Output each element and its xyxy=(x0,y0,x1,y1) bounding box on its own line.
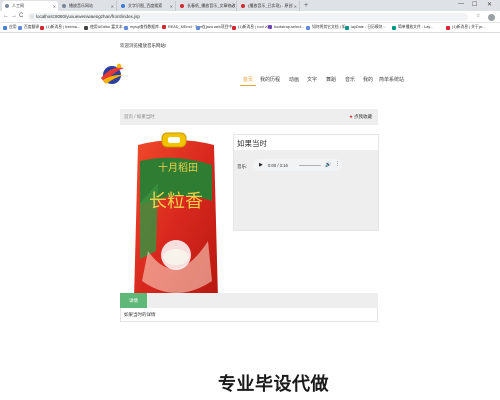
apps-icon xyxy=(3,25,7,30)
reload-icon[interactable]: C xyxy=(19,13,23,19)
welcome-text: 欢迎浏览播放音乐网站! xyxy=(120,43,167,48)
detail-tabs xyxy=(120,293,378,308)
bookmark-item[interactable]: layDate - 日历模块... xyxy=(345,25,386,30)
nav-item-animation[interactable]: 动画 xyxy=(289,76,299,83)
audio-player[interactable]: ▶ 0:00 / 3:16 🔊 ⋮ xyxy=(253,159,342,171)
audio-time: 0:00 / 3:16 xyxy=(268,162,288,168)
browser-tab-title: 文字识图_百度搜索 xyxy=(128,3,163,8)
more-vertical-icon[interactable]: ⋮ xyxy=(335,161,340,167)
browser-tab-title: 人工网 xyxy=(12,3,24,8)
detail-text: 如果当时的详情 xyxy=(124,312,156,317)
close-window-icon[interactable]: ✕ xyxy=(487,1,492,8)
new-tab-button[interactable]: + xyxy=(304,2,308,9)
audio-section: 音乐: ▶ 0:00 / 3:16 🔊 ⋮ xyxy=(234,150,378,230)
bookmark-item[interactable]: (1)新消息 | root v0... xyxy=(232,25,272,30)
breadcrumb-home[interactable]: 首页 xyxy=(124,114,133,119)
browser-tab-bar: 人工网 ✕ 播放音乐网站 ✕ 文字识图_百度搜索 ✕ 长春纸_播放音乐_文章修改… xyxy=(0,0,500,11)
nav-item-system[interactable]: 简单系统站 xyxy=(379,76,404,83)
bookmark-star-icon[interactable]: ☆ xyxy=(476,13,480,19)
tab-details[interactable]: 详情 xyxy=(120,293,147,308)
breadcrumb-separator: / xyxy=(134,114,136,119)
bookmark-item[interactable]: bootstrap-select... xyxy=(268,25,304,29)
bookmark-item[interactable]: 在java web项目中... xyxy=(196,25,235,30)
browser-tab-active[interactable]: 人工网 ✕ xyxy=(2,1,58,11)
globe-icon xyxy=(5,4,9,8)
bookmark-icon xyxy=(196,25,200,30)
browser-tab[interactable]: 长春纸_播放音乐_文章修改 ✕ xyxy=(177,1,237,11)
bookmark-item[interactable]: 简单播放文件 - Lay... xyxy=(392,25,433,30)
watermark-text: 专业毕设代做 xyxy=(218,374,329,394)
site-logo[interactable] xyxy=(97,59,127,89)
nav-item-home[interactable]: 首页 xyxy=(243,76,253,83)
avatar[interactable] xyxy=(488,13,495,21)
close-tab-icon[interactable]: ✕ xyxy=(294,4,297,9)
play-icon[interactable]: ▶ xyxy=(259,162,263,168)
bookmark-icon xyxy=(232,25,236,30)
info-icon[interactable]: ⓘ xyxy=(30,13,34,21)
bookmark-icon xyxy=(40,25,44,30)
bookmark-icon xyxy=(124,25,128,30)
bookmark-icon xyxy=(162,25,166,29)
browser-tab[interactable]: (播放音乐_已实现) - 原创 ✕ xyxy=(238,1,300,11)
bookmark-item[interactable]: 使用UEditor 富文本... xyxy=(84,25,126,30)
bookmark-item[interactable]: (1)新消息 | freema... xyxy=(40,25,80,30)
nav-item-mine[interactable]: 我的 xyxy=(363,76,373,83)
star-icon: ★ xyxy=(348,114,353,119)
nav-item-text[interactable]: 文字 xyxy=(307,76,317,83)
address-bar-row: ← → C ⓘ localhost:8080/yuxueweniwaengzha… xyxy=(0,11,500,23)
browser-tab-title: (播放音乐_已实现) - 原创 xyxy=(248,3,293,8)
volume-icon[interactable]: 🔊 xyxy=(325,162,331,168)
audio-progress-track[interactable] xyxy=(299,164,321,166)
package-banner-text: 十月稻田 xyxy=(158,161,198,174)
bookmark-icon xyxy=(345,25,349,30)
bookmark-icon xyxy=(84,25,88,30)
csdn-icon xyxy=(241,4,245,8)
browser-tab[interactable]: 播放音乐网站 ✕ xyxy=(59,1,117,11)
breadcrumb: 首页 / 如果当时 ★点我收藏 xyxy=(120,109,378,125)
bookmark-item[interactable]: 如何将其它文档 | 如... xyxy=(306,25,349,30)
detail-content: 如果当时的详情 xyxy=(120,308,378,322)
bookmarks-bar: 应用 百度翻译 (1)新消息 | freema... 使用UEditor 富文本… xyxy=(0,23,500,33)
url-input[interactable]: ⓘ localhost:8080/yuxueweniwaengzhan/fron… xyxy=(28,13,468,21)
browser-tab-title: 长春纸_播放音乐_文章修改 xyxy=(187,3,236,8)
nav-item-dance[interactable]: 舞蹈 xyxy=(326,76,336,83)
baidu-icon xyxy=(121,4,125,8)
minimize-icon[interactable]: — xyxy=(458,1,464,7)
favorite-button[interactable]: ★点我收藏 xyxy=(349,114,372,120)
close-tab-icon[interactable]: ✕ xyxy=(231,4,234,9)
product-info-panel: 如果当时 音乐: ▶ 0:00 / 3:16 🔊 ⋮ xyxy=(233,134,379,231)
forward-icon[interactable]: → xyxy=(11,13,17,19)
bookmark-icon xyxy=(268,25,272,29)
close-tab-icon[interactable]: ✕ xyxy=(111,4,114,9)
bookmark-item[interactable]: 百度翻译 xyxy=(18,25,39,30)
browser-tab[interactable]: 文字识图_百度搜索 ✕ xyxy=(118,1,176,11)
nav-item-history[interactable]: 我的历程 xyxy=(260,76,280,83)
nav-active-indicator xyxy=(240,85,256,86)
bookmark-apps[interactable]: 应用 xyxy=(3,25,17,30)
csdn-icon xyxy=(180,4,184,8)
favorite-label: 点我收藏 xyxy=(354,114,372,119)
maximize-icon[interactable]: ☐ xyxy=(472,1,477,8)
bookmark-icon xyxy=(392,25,396,30)
nav-item-music[interactable]: 音乐 xyxy=(345,76,355,83)
product-image: 十月稻田 长粒香 xyxy=(134,132,218,306)
url-text: localhost:8080/yuxueweniwaengzhan/front/… xyxy=(36,14,140,19)
close-tab-icon[interactable]: ✕ xyxy=(170,4,173,9)
bookmark-icon xyxy=(446,25,450,30)
back-icon[interactable]: ← xyxy=(3,13,9,19)
package-main-text: 长粒香 xyxy=(149,191,203,212)
audio-label: 音乐: xyxy=(237,164,248,169)
bookmark-icon xyxy=(306,25,310,30)
breadcrumb-current: 如果当时 xyxy=(136,114,155,119)
close-tab-icon[interactable]: ✕ xyxy=(53,4,56,9)
bookmark-item[interactable]: mysql查找数据库... xyxy=(124,25,162,30)
bookmark-item[interactable]: (1)新消息 | 关于ja... xyxy=(446,25,485,30)
bookmark-icon xyxy=(18,25,22,30)
product-title: 如果当时 xyxy=(237,139,267,148)
browser-tab-title: 播放音乐网站 xyxy=(69,3,93,8)
globe-icon xyxy=(62,4,66,8)
page-content: 欢迎浏览播放音乐网站! 首页 我的历程 动画 文字 舞蹈 音乐 我的 简单系统站… xyxy=(0,33,500,400)
